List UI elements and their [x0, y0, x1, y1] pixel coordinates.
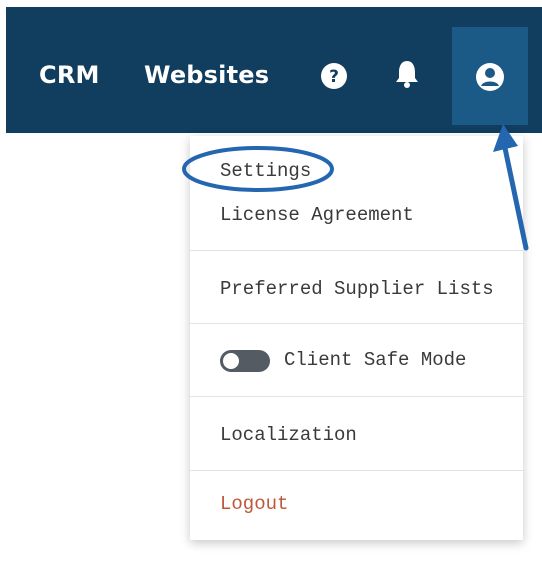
menu-divider	[190, 470, 523, 471]
bell-icon[interactable]	[394, 59, 420, 94]
nav-websites-link[interactable]: Websites	[144, 61, 269, 89]
user-menu-button[interactable]	[452, 27, 528, 125]
menu-item-preferred-supplier-lists[interactable]: Preferred Supplier Lists	[220, 278, 494, 300]
svg-text:?: ?	[329, 67, 339, 87]
menu-item-localization[interactable]: Localization	[220, 424, 357, 446]
menu-divider	[190, 250, 523, 251]
menu-item-logout[interactable]: Logout	[220, 493, 288, 515]
menu-item-settings[interactable]: Settings	[220, 160, 311, 182]
user-icon	[475, 62, 505, 97]
menu-item-client-safe-mode[interactable]: Client Safe Mode	[284, 349, 466, 371]
nav-crm-link[interactable]: CRM	[39, 61, 100, 89]
menu-item-license-agreement[interactable]: License Agreement	[220, 204, 414, 226]
menu-divider	[190, 323, 523, 324]
user-dropdown-menu: Settings License Agreement Preferred Sup…	[190, 136, 523, 540]
menu-divider	[190, 396, 523, 397]
toggle-knob	[223, 353, 239, 369]
client-safe-mode-toggle[interactable]	[220, 350, 270, 372]
help-icon[interactable]: ?	[319, 61, 349, 96]
top-navigation-bar: CRM Websites ?	[6, 7, 542, 133]
